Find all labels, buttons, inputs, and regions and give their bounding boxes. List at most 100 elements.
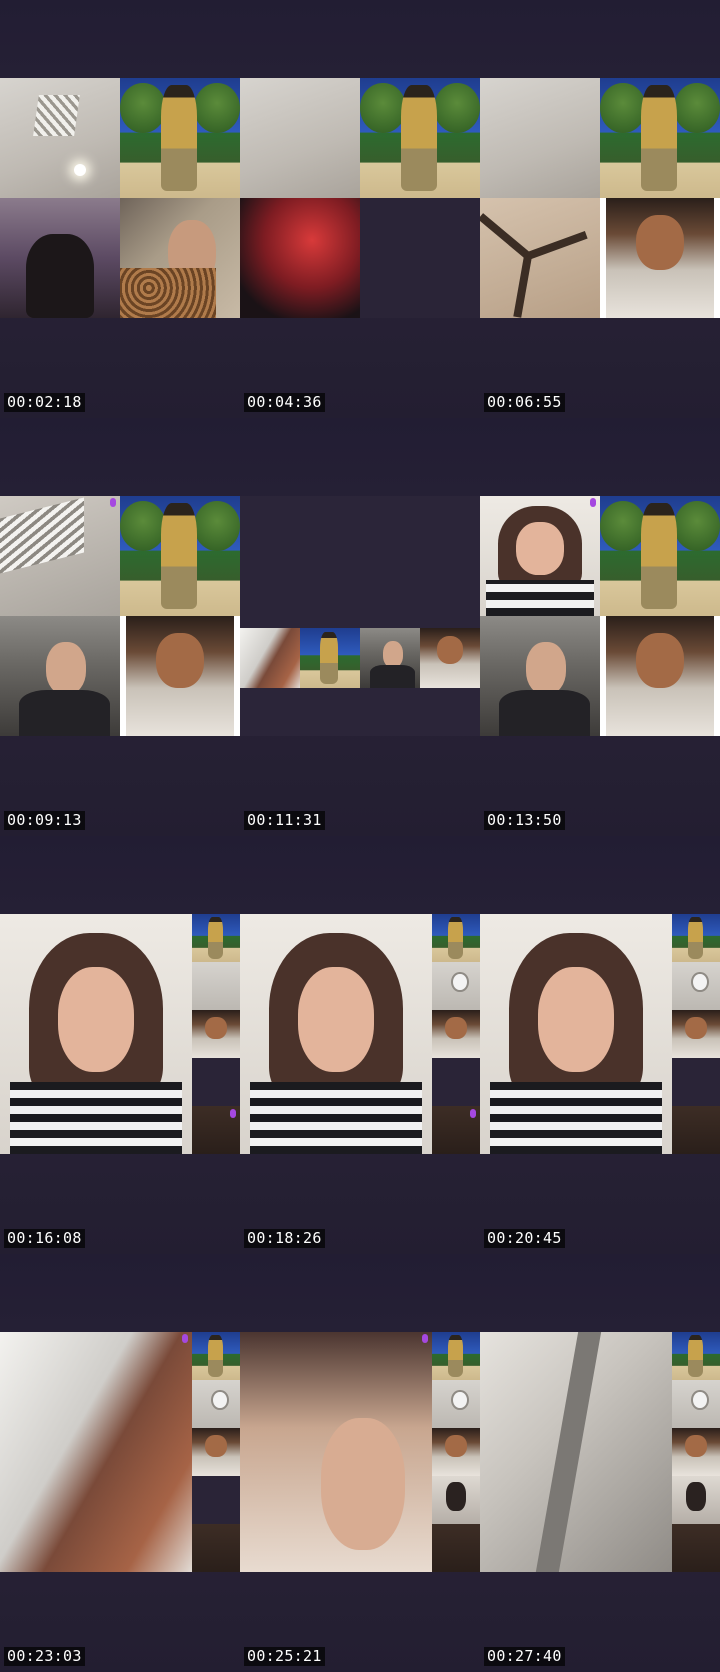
participant-tile bbox=[672, 1010, 720, 1058]
frame-timestamp: 00:13:50 bbox=[484, 811, 565, 830]
video-call-grid bbox=[240, 914, 480, 1154]
participant-tile bbox=[672, 1428, 720, 1476]
participant-tile bbox=[432, 1380, 480, 1428]
video-call-grid bbox=[0, 1332, 240, 1572]
participant-tile bbox=[192, 1332, 240, 1380]
participant-tile bbox=[192, 1058, 240, 1106]
participant-tile bbox=[120, 616, 240, 736]
participant-tile bbox=[672, 1058, 720, 1106]
participant-tile bbox=[600, 496, 720, 616]
participant-tile bbox=[432, 1332, 480, 1380]
video-call-grid bbox=[0, 914, 240, 1154]
frame-timestamp: 00:09:13 bbox=[4, 811, 85, 830]
mic-icon bbox=[230, 1109, 236, 1118]
frame-thumbnail[interactable]: 00:18:26 bbox=[240, 836, 480, 1254]
video-call-grid bbox=[480, 78, 720, 318]
participant-tile bbox=[420, 628, 480, 688]
participant-tile bbox=[432, 1476, 480, 1524]
participant-tile bbox=[480, 496, 600, 616]
participant-tile bbox=[192, 1010, 240, 1058]
frame-thumbnail[interactable]: 00:13:50 bbox=[480, 418, 720, 836]
participant-tile bbox=[672, 1524, 720, 1572]
frame-thumbnail[interactable]: 00:09:13 bbox=[0, 418, 240, 836]
frame-thumbnail[interactable]: 00:06:55 bbox=[480, 0, 720, 418]
participant-tile bbox=[240, 1332, 432, 1572]
participant-tile bbox=[300, 628, 360, 688]
participant-tile bbox=[600, 198, 720, 318]
participant-tile bbox=[0, 914, 192, 1154]
participant-tile bbox=[432, 1106, 480, 1154]
participant-tile bbox=[432, 1010, 480, 1058]
participant-tile bbox=[672, 1380, 720, 1428]
frame-thumbnail[interactable]: 00:11:31 bbox=[240, 418, 480, 836]
participant-tile bbox=[0, 616, 120, 736]
frame-thumbnail[interactable]: 00:20:45 bbox=[480, 836, 720, 1254]
mic-icon bbox=[590, 498, 596, 507]
participant-tile bbox=[192, 1476, 240, 1524]
frame-timestamp: 00:04:36 bbox=[244, 393, 325, 412]
participant-tile bbox=[0, 1332, 192, 1572]
participant-tile bbox=[240, 198, 360, 318]
video-call-grid bbox=[0, 496, 240, 736]
frame-timestamp: 00:23:03 bbox=[4, 1647, 85, 1666]
video-call-grid bbox=[0, 78, 240, 318]
participant-tile bbox=[672, 962, 720, 1010]
participant-tile bbox=[192, 1380, 240, 1428]
participant-tile bbox=[480, 914, 672, 1154]
participant-tile bbox=[240, 78, 360, 198]
participant-tile bbox=[360, 198, 480, 318]
participant-tile bbox=[480, 198, 600, 318]
participant-tile bbox=[120, 198, 240, 318]
participant-tile bbox=[192, 914, 240, 962]
participant-tile bbox=[600, 78, 720, 198]
frame-thumbnail[interactable]: 00:16:08 bbox=[0, 836, 240, 1254]
participant-tile bbox=[432, 914, 480, 962]
participant-tile bbox=[240, 914, 432, 1154]
frame-timestamp: 00:06:55 bbox=[484, 393, 565, 412]
frame-timestamp: 00:20:45 bbox=[484, 1229, 565, 1248]
participant-tile bbox=[120, 496, 240, 616]
participant-tile bbox=[480, 616, 600, 736]
participant-tile bbox=[672, 1106, 720, 1154]
participant-tile bbox=[0, 78, 120, 198]
participant-tile bbox=[192, 1106, 240, 1154]
frame-thumbnail[interactable]: 00:04:36 bbox=[240, 0, 480, 418]
mic-icon bbox=[422, 1334, 428, 1343]
participant-tile bbox=[432, 962, 480, 1010]
frame-timestamp: 00:27:40 bbox=[484, 1647, 565, 1666]
participant-tile bbox=[192, 1524, 240, 1572]
frame-timestamp: 00:02:18 bbox=[4, 393, 85, 412]
video-call-grid bbox=[480, 914, 720, 1154]
participant-tile bbox=[0, 496, 120, 616]
frame-timestamp: 00:25:21 bbox=[244, 1647, 325, 1666]
participant-tile bbox=[672, 1332, 720, 1380]
participant-tile bbox=[240, 628, 300, 688]
participant-tile bbox=[480, 78, 600, 198]
mic-icon bbox=[182, 1334, 188, 1343]
participant-tile bbox=[600, 616, 720, 736]
participant-tile bbox=[672, 1476, 720, 1524]
frame-thumbnail[interactable]: 00:23:03 bbox=[0, 1254, 240, 1672]
participant-tile bbox=[360, 78, 480, 198]
participant-tile bbox=[432, 1428, 480, 1476]
participant-tile bbox=[432, 1058, 480, 1106]
video-call-grid bbox=[240, 78, 480, 318]
mic-icon bbox=[470, 1109, 476, 1118]
frame-thumbnail[interactable]: 00:27:40 bbox=[480, 1254, 720, 1672]
frame-timestamp: 00:16:08 bbox=[4, 1229, 85, 1248]
video-call-grid bbox=[480, 1332, 720, 1572]
video-call-grid bbox=[240, 1332, 480, 1572]
mic-icon bbox=[110, 498, 116, 507]
frame-thumbnail[interactable]: 00:25:21 bbox=[240, 1254, 480, 1672]
frame-timestamp: 00:18:26 bbox=[244, 1229, 325, 1248]
participant-tile bbox=[480, 1332, 672, 1572]
participant-tile bbox=[120, 78, 240, 198]
frame-timestamp: 00:11:31 bbox=[244, 811, 325, 830]
video-call-grid bbox=[480, 496, 720, 736]
participant-tile bbox=[192, 962, 240, 1010]
participant-tile bbox=[672, 914, 720, 962]
participant-tile bbox=[432, 1524, 480, 1572]
participant-tile bbox=[0, 198, 120, 318]
participant-tile bbox=[360, 628, 420, 688]
frame-thumbnail[interactable]: 00:02:18 bbox=[0, 0, 240, 418]
